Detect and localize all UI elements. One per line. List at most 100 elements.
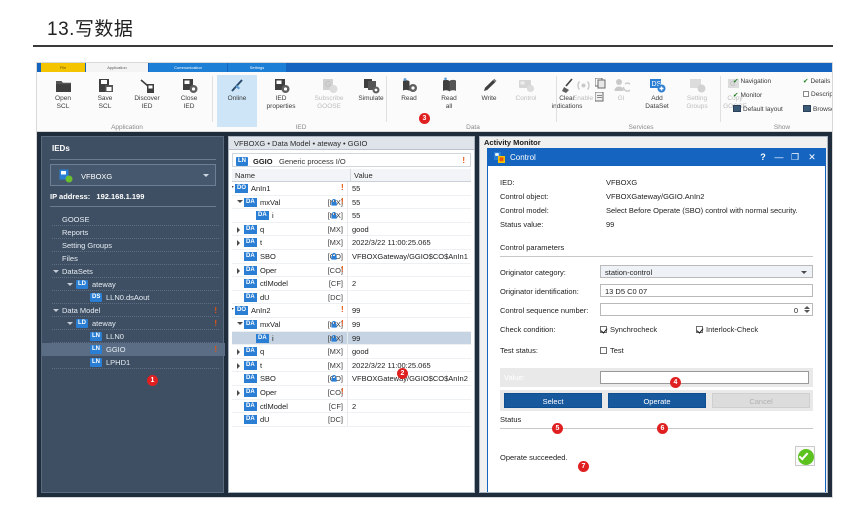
ied-value: VFBOXG	[606, 178, 638, 187]
table-row[interactable]: DA t [MX] 2022/3/22 11:00:25.065	[232, 358, 471, 373]
table-row[interactable]: DA ctlModel [CF] 2	[232, 399, 471, 414]
add-dataset-button[interactable]: DS Add DataSet	[637, 75, 677, 110]
warning-icon: !	[214, 319, 217, 328]
column-header-value: Value	[354, 171, 373, 180]
navigation-checkbox[interactable]: ✔ Navigation	[733, 77, 771, 85]
save-scl-button[interactable]: Save SCL	[85, 75, 125, 110]
operate-button[interactable]: Operate	[608, 393, 706, 408]
simulate-button[interactable]: Simulate	[351, 75, 391, 103]
browse-layout-button[interactable]: Browse layout	[803, 105, 832, 113]
table-row[interactable]: DAmxVal[MX]!55	[232, 195, 471, 210]
synchrocheck-checkbox[interactable]: Synchrocheck	[600, 325, 657, 334]
sidebar-item-label: Data Model	[62, 306, 101, 315]
table-row[interactable]: DA q [MX] good	[232, 222, 471, 237]
default-layout-button[interactable]: Default layout	[733, 105, 783, 113]
expand-arrow-icon[interactable]	[237, 321, 243, 325]
expand-arrow-icon[interactable]	[67, 283, 73, 286]
tab-application[interactable]: Application	[86, 63, 148, 72]
sidebar-item-datasets[interactable]: DataSets	[42, 265, 225, 278]
close-button[interactable]: ✕	[806, 152, 818, 163]
monitor-checkbox[interactable]: ✔ Monitor	[733, 91, 762, 99]
table-row[interactable]: DAi[MX]99	[232, 331, 471, 346]
details-checkbox[interactable]: ✔ Details	[803, 77, 830, 85]
read-all-button[interactable]: Read all	[429, 75, 469, 110]
discover-ied-button[interactable]: Discover IED	[127, 75, 167, 110]
check-condition-label: Check condition:	[500, 325, 556, 334]
collapse-arrow-icon[interactable]	[237, 267, 240, 274]
table-row[interactable]: DAmxVal[MX]!99	[232, 317, 471, 332]
value-input[interactable]: 99	[600, 371, 809, 384]
column-divider	[347, 277, 348, 290]
table-row[interactable]: DA t [MX] 2022/3/22 11:00:25.065	[232, 236, 471, 250]
callout-badge-3: 3	[419, 113, 430, 124]
ied-selector-value: VFBOXG	[81, 172, 113, 181]
row-name: SBO	[260, 374, 276, 384]
sidebar-item-data-model[interactable]: Data Model!	[42, 304, 225, 317]
descriptions-checkbox[interactable]: Descriptions	[803, 91, 832, 98]
expand-arrow-icon[interactable]	[232, 186, 234, 189]
expand-arrow-icon[interactable]	[67, 322, 73, 325]
sidebar-item-ln-ggio[interactable]: LN GGIO!	[42, 343, 225, 356]
collapse-arrow-icon[interactable]	[237, 362, 240, 369]
sidebar-item-ld-ateway-datamodel[interactable]: LD ateway!	[42, 317, 225, 330]
expand-arrow-icon[interactable]	[237, 199, 243, 203]
table-row[interactable]: DAi[MX]55	[232, 209, 471, 223]
setting-groups-icon	[689, 77, 706, 94]
table-row[interactable]: DA ctlModel [CF] 2	[232, 277, 471, 291]
sidebar-item-files[interactable]: Files	[42, 252, 225, 265]
tab-settings[interactable]: Settings	[228, 63, 286, 72]
collapse-arrow-icon[interactable]	[237, 240, 240, 247]
originator-category-select[interactable]: station-control	[600, 265, 813, 278]
close-ied-label: Close IED	[180, 95, 198, 110]
table-row[interactable]: DA dU [DC]	[232, 413, 471, 427]
sidebar-item-ln-lphd1[interactable]: LN LPHD1	[42, 356, 225, 369]
table-row[interactable]: DA dU [DC]	[232, 290, 471, 305]
sidebar-item-ln-lln0[interactable]: LN LLN0	[42, 330, 225, 343]
collapse-arrow-icon[interactable]	[237, 349, 240, 356]
sidebar-item-ld-ateway-datasets[interactable]: LD ateway	[42, 278, 225, 291]
maximize-button[interactable]: ❐	[789, 152, 801, 163]
ied-selector[interactable]: VFBOXG	[50, 164, 216, 186]
cancel-button: Cancel	[712, 393, 810, 408]
select-button[interactable]: Select	[504, 393, 602, 408]
control-sequence-stepper[interactable]: 0	[600, 303, 813, 316]
minimize-button[interactable]: —	[773, 152, 785, 163]
chevron-down-icon[interactable]	[203, 174, 209, 177]
online-label: Online	[227, 95, 247, 102]
sidebar-item-reports[interactable]: Reports	[42, 226, 225, 239]
table-row[interactable]: DO AnIn1! 55	[232, 182, 471, 196]
table-row[interactable]: DASBO[CO]VFBOXGateway/GGIO$CO$AnIn1	[232, 249, 471, 264]
online-button[interactable]: Online	[217, 75, 257, 127]
tab-file[interactable]: File	[41, 63, 85, 72]
tab-communication[interactable]: Communication	[149, 63, 227, 72]
ied-properties-button[interactable]: IED properties	[257, 75, 305, 110]
descriptions-label: Descriptions	[811, 91, 832, 98]
close-ied-button[interactable]: Close IED	[169, 75, 209, 110]
expand-arrow-icon[interactable]	[53, 270, 59, 273]
sidebar-item-setting-groups[interactable]: Setting Groups	[42, 239, 225, 252]
table-row[interactable]: DA q [MX] good	[232, 345, 471, 359]
originator-id-input[interactable]: 13 D5 C0 07	[600, 284, 813, 297]
read-button[interactable]: Read	[389, 75, 429, 103]
help-button[interactable]: ?	[757, 152, 769, 163]
expand-arrow-icon[interactable]	[53, 309, 59, 312]
table-row[interactable]: DA Oper [CO]!	[232, 263, 471, 278]
table-row[interactable]: DO AnIn2! 99	[232, 304, 471, 318]
collapse-arrow-icon[interactable]	[237, 389, 240, 396]
table-row[interactable]: DA Oper [CO]!	[232, 385, 471, 400]
sidebar-item-ds-lln0-dsaout[interactable]: DS LLN0.dsAout	[42, 291, 225, 304]
expand-arrow-icon[interactable]	[232, 308, 234, 312]
chevron-down-icon[interactable]	[801, 271, 807, 274]
interlock-check-checkbox[interactable]: Interlock-Check	[696, 325, 758, 334]
ribbon-separator-1	[212, 76, 213, 122]
table-row[interactable]: DASBO[CO]VFBOXGateway/GGIO$CO$AnIn2	[232, 372, 471, 386]
spinner-arrows-icon[interactable]	[803, 306, 810, 315]
test-checkbox[interactable]: Test	[600, 346, 624, 355]
sidebar-item-goose[interactable]: GOOSE	[42, 213, 225, 226]
open-scl-button[interactable]: Open SCL	[43, 75, 83, 110]
row-name: AnIn2	[251, 306, 271, 316]
ribbon-group-application: Open SCL Save SCL Discover IED Close IED	[41, 72, 213, 132]
write-button[interactable]: Write	[469, 75, 509, 103]
collapse-arrow-icon[interactable]	[237, 226, 240, 233]
simulate-label: Simulate	[358, 95, 384, 102]
